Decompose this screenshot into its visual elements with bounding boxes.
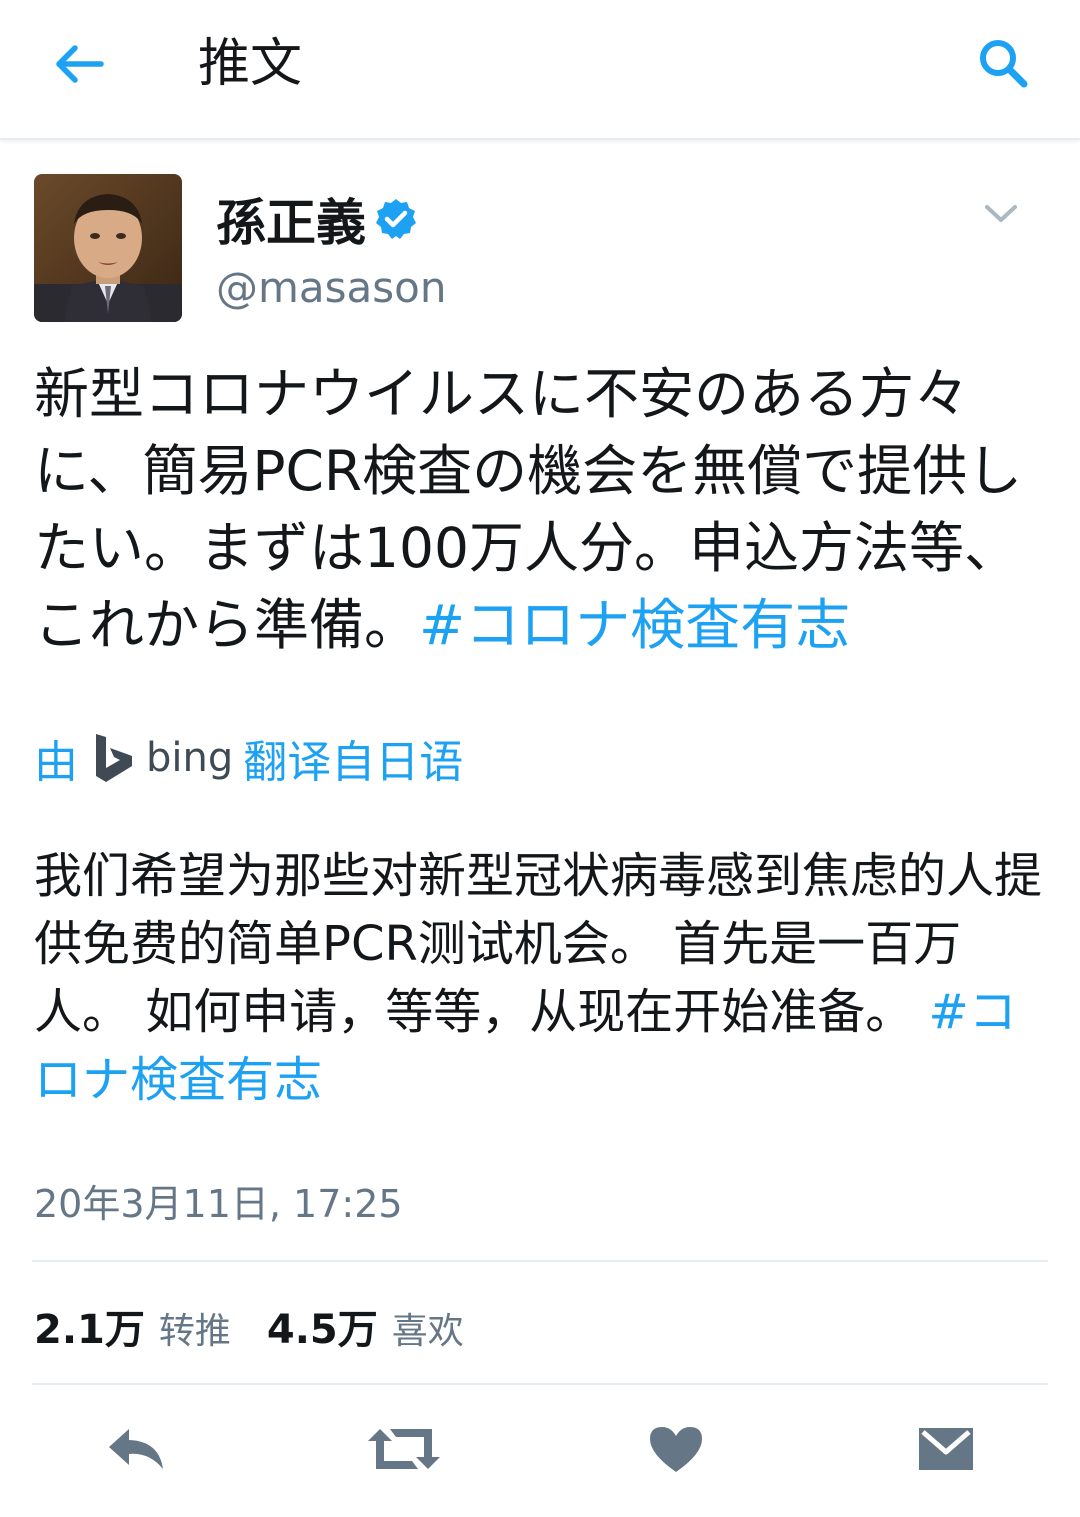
reply-button[interactable]: [96, 1416, 176, 1486]
like-button[interactable]: [636, 1416, 716, 1486]
author-name: 孫正義: [216, 194, 366, 252]
likes-count: 4.5万: [266, 1307, 378, 1353]
reply-icon: [105, 1425, 167, 1477]
bing-icon: [96, 734, 132, 782]
tweet-text: 新型コロナウイルスに不安のある方々に、簡易PCR検査の機会を無償で提供したい。ま…: [34, 356, 1044, 664]
avatar[interactable]: [34, 174, 182, 322]
tweet-stats: 2.1万 转推 4.5万 喜欢: [34, 1296, 500, 1356]
direct-message-button[interactable]: [906, 1416, 986, 1486]
action-bar: [0, 1400, 1080, 1500]
translated-body: 我们希望为那些对新型冠状病毒感到焦虑的人提供免费的简单PCR测试机会。 首先是一…: [34, 848, 1043, 1040]
search-icon: [977, 37, 1029, 93]
page-title: 推文: [198, 34, 303, 94]
translated-from-link[interactable]: 翻译自日语: [243, 726, 463, 790]
retweets-label: 转推: [158, 1311, 231, 1352]
author-handle[interactable]: @masason: [216, 260, 446, 316]
translation-prefix: 由: [34, 737, 78, 788]
chevron-down-icon: [984, 204, 1018, 228]
likes-label: 喜欢: [391, 1311, 464, 1352]
retweets-stat[interactable]: 2.1万 转推: [34, 1297, 231, 1355]
divider: [32, 1260, 1048, 1262]
likes-stat[interactable]: 4.5万 喜欢: [267, 1297, 464, 1355]
heart-icon: [648, 1424, 704, 1478]
hashtag-link[interactable]: #コロナ検査有志: [419, 593, 850, 657]
bing-label: bing: [146, 735, 234, 781]
divider: [32, 1383, 1048, 1385]
author-name-row[interactable]: 孫正義: [216, 186, 418, 252]
tweet-timestamp: 20年3月11日, 17:25: [34, 1182, 403, 1226]
arrow-left-icon: [53, 44, 105, 88]
top-bar: 推文: [0, 0, 1080, 140]
retweet-icon: [366, 1425, 442, 1477]
retweets-count: 2.1万: [34, 1307, 145, 1353]
more-options-button[interactable]: [976, 196, 1026, 236]
bing-logo: bing: [92, 732, 233, 784]
message-icon: [917, 1424, 975, 1478]
verified-badge-icon: [374, 197, 418, 241]
translation-attribution: 由 bing 翻译自日语: [34, 726, 463, 790]
search-button[interactable]: [968, 30, 1038, 100]
retweet-button[interactable]: [364, 1416, 444, 1486]
translated-text: 我们希望为那些对新型冠状病毒感到焦虑的人提供免费的简单PCR测试机会。 首先是一…: [34, 842, 1044, 1114]
back-button[interactable]: [44, 34, 114, 98]
